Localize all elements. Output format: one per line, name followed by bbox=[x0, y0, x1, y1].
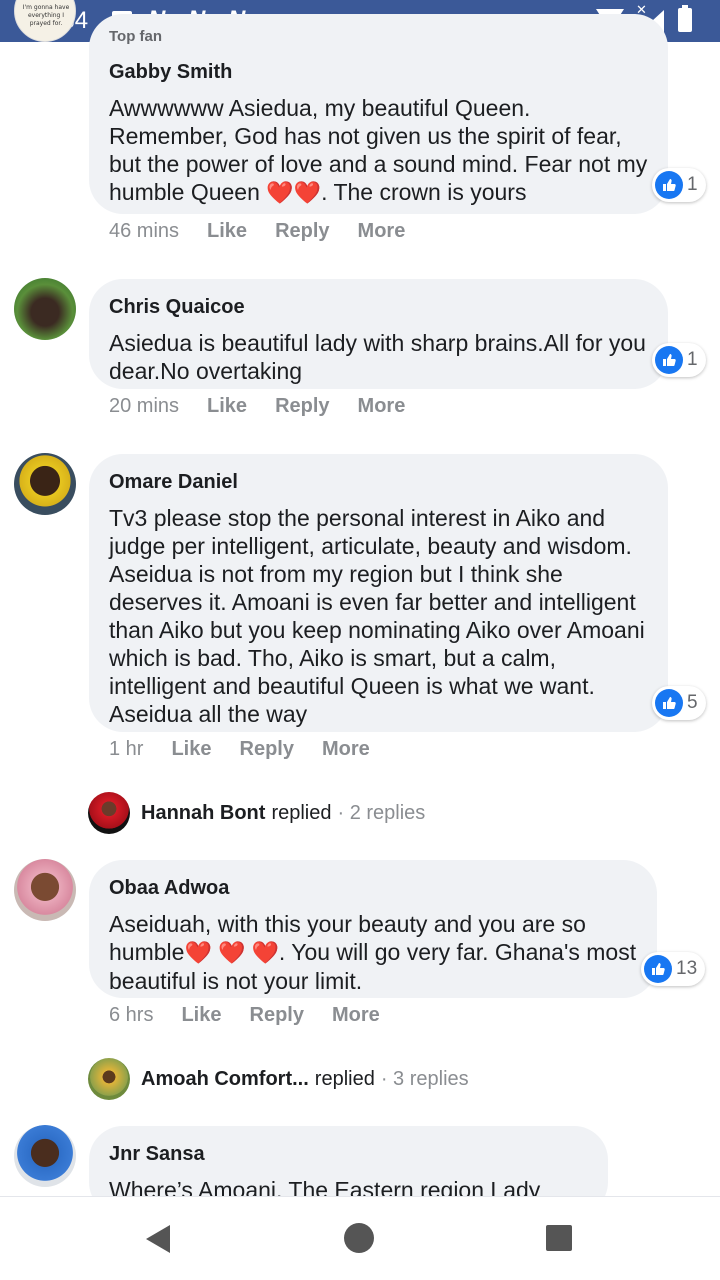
like-button[interactable]: Like bbox=[207, 220, 247, 243]
comment-meta: 46 mins Like Reply More bbox=[109, 220, 405, 243]
more-button[interactable]: More bbox=[322, 738, 370, 761]
comment-text: Awwwwww Asiedua, my beautiful Queen. Rem… bbox=[109, 95, 648, 205]
reaction-count[interactable]: 13 bbox=[641, 952, 706, 986]
reply-button[interactable]: Reply bbox=[275, 395, 329, 418]
avatar bbox=[88, 792, 130, 834]
comment-bubble[interactable]: Top fan Gabby Smith Awwwwww Asiedua, my … bbox=[89, 14, 668, 214]
reply-button[interactable]: Reply bbox=[250, 1004, 304, 1027]
reply-button[interactable]: Reply bbox=[240, 738, 294, 761]
recent-apps-icon[interactable] bbox=[546, 1225, 572, 1251]
comment-author[interactable]: Jnr Sansa bbox=[109, 1142, 588, 1166]
more-button[interactable]: More bbox=[332, 1004, 380, 1027]
more-button[interactable]: More bbox=[358, 220, 406, 243]
comment-author[interactable]: Omare Daniel bbox=[109, 470, 648, 494]
reaction-count[interactable]: 1 bbox=[652, 168, 706, 202]
navigation-bar bbox=[0, 1196, 720, 1280]
view-replies-link[interactable]: Amoah Comfort... replied · 3 replies bbox=[88, 1058, 469, 1100]
back-icon[interactable] bbox=[146, 1225, 170, 1253]
comment-text: Tv3 please stop the personal interest in… bbox=[109, 505, 645, 727]
comment-time: 1 hr bbox=[109, 738, 144, 760]
like-icon bbox=[655, 689, 683, 717]
avatar[interactable] bbox=[14, 453, 76, 515]
comment-bubble[interactable]: Omare Daniel Tv3 please stop the persona… bbox=[89, 454, 668, 732]
home-icon[interactable] bbox=[344, 1223, 374, 1253]
battery-icon bbox=[678, 5, 692, 32]
avatar[interactable] bbox=[14, 1125, 76, 1187]
comment-author[interactable]: Gabby Smith bbox=[109, 60, 648, 84]
like-button[interactable]: Like bbox=[207, 395, 247, 418]
comment-author[interactable]: Chris Quaicoe bbox=[109, 295, 648, 319]
comment-bubble[interactable]: Obaa Adwoa Aseiduah, with this your beau… bbox=[89, 860, 657, 998]
comment-author[interactable]: Obaa Adwoa bbox=[109, 876, 637, 900]
reply-button[interactable]: Reply bbox=[275, 220, 329, 243]
avatar[interactable] bbox=[14, 859, 76, 921]
comment-bubble[interactable]: Chris Quaicoe Asiedua is beautiful lady … bbox=[89, 279, 668, 389]
comment-time: 6 hrs bbox=[109, 1004, 154, 1026]
comment-meta: 1 hr Like Reply More bbox=[109, 738, 370, 761]
avatar bbox=[88, 1058, 130, 1100]
like-button[interactable]: Like bbox=[181, 1004, 221, 1027]
comment-text: Aseiduah, with this your beauty and you … bbox=[109, 911, 637, 994]
view-replies-link[interactable]: Hannah Bont replied · 2 replies bbox=[88, 792, 425, 834]
like-icon bbox=[655, 346, 683, 374]
heart-emoji: ❤️❤️ bbox=[266, 180, 322, 205]
comment-meta: 20 mins Like Reply More bbox=[109, 395, 405, 418]
heart-emoji: ❤️ ❤️ ❤️ bbox=[184, 940, 279, 965]
like-icon bbox=[644, 955, 672, 983]
svg-text:prayed for.: prayed for. bbox=[30, 20, 63, 27]
reaction-count[interactable]: 1 bbox=[652, 343, 706, 377]
svg-text:everything I: everything I bbox=[28, 12, 64, 19]
svg-text:I'm gonna have: I'm gonna have bbox=[23, 4, 70, 11]
comment-meta: 6 hrs Like Reply More bbox=[109, 1004, 380, 1027]
reply-author: Amoah Comfort... bbox=[141, 1067, 309, 1090]
reply-count: · 2 replies bbox=[337, 801, 426, 824]
comment-text: Asiedua is beautiful lady with sharp bra… bbox=[109, 330, 646, 384]
top-fan-label: Top fan bbox=[109, 28, 163, 45]
comment-time: 20 mins bbox=[109, 395, 180, 417]
reaction-count[interactable]: 5 bbox=[652, 686, 706, 720]
more-button[interactable]: More bbox=[358, 395, 406, 418]
like-icon bbox=[655, 171, 683, 199]
avatar[interactable] bbox=[14, 278, 76, 340]
like-button[interactable]: Like bbox=[171, 738, 211, 761]
reply-author: Hannah Bont bbox=[141, 801, 266, 824]
reply-count: · 3 replies bbox=[380, 1067, 469, 1090]
comment-time: 46 mins bbox=[109, 220, 180, 242]
